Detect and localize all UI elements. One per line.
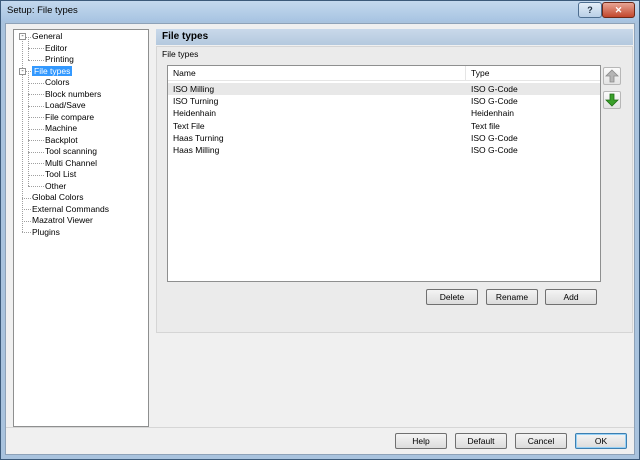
- tree-guide-line: [28, 163, 44, 165]
- tree-item-label: Tool scanning: [45, 146, 97, 156]
- tree-item-tool-scanning[interactable]: Tool scanning: [45, 146, 97, 157]
- tree-item-file-compare[interactable]: File compare: [45, 112, 94, 123]
- tree-item-machine[interactable]: Machine: [45, 123, 77, 134]
- cell-type: ISO G-Code: [471, 145, 518, 155]
- cell-type: ISO G-Code: [471, 96, 518, 107]
- tree-item-label: File compare: [45, 111, 95, 122]
- cell-type: ISO G-Code: [471, 84, 518, 94]
- tree-item-label: Plugins: [32, 226, 60, 237]
- add-button[interactable]: Add: [545, 289, 597, 305]
- tree-item-label: Global Colors: [32, 192, 84, 202]
- dialog-body: General - Editor Printing File types - Colors B…: [5, 23, 635, 455]
- tree-guide-line: [28, 151, 44, 153]
- tree-item-label: Backplot: [45, 134, 78, 145]
- cell-name: Haas Milling: [173, 145, 220, 155]
- cell-type: Heidenhain: [471, 108, 515, 119]
- tree-item-label: Tool List: [45, 169, 77, 179]
- ok-button[interactable]: OK: [575, 433, 627, 449]
- tree-guide-line: [28, 117, 44, 119]
- tree-guide-line: [28, 105, 44, 107]
- tree-guide-line: [28, 94, 44, 96]
- tree-item-label: Editor: [45, 42, 68, 53]
- table-row[interactable]: Haas Turning ISO G-Code: [168, 132, 600, 144]
- tree-guide-line: [22, 209, 31, 211]
- move-up-button[interactable]: [603, 67, 621, 85]
- tree-item-backplot[interactable]: Backplot: [45, 135, 78, 146]
- help-title-button[interactable]: ?: [578, 2, 602, 18]
- tree-guide-line: [22, 220, 31, 222]
- tree-item-printing[interactable]: Printing: [45, 54, 74, 65]
- tree-item-external-commands[interactable]: External Commands: [32, 204, 109, 215]
- title-bar[interactable]: Setup: File types ? ✕: [1, 1, 639, 21]
- cell-type: ISO G-Code: [471, 132, 518, 143]
- cell-name: ISO Turning: [173, 96, 219, 107]
- tree-guide-line: [28, 48, 44, 50]
- delete-button[interactable]: Delete: [426, 289, 478, 305]
- group-label: File types: [162, 49, 199, 59]
- tree-item-label: Block numbers: [45, 88, 102, 99]
- tree-guide-line: [22, 36, 23, 233]
- tree-guide-line: [28, 140, 44, 142]
- cancel-button[interactable]: Cancel: [515, 433, 567, 449]
- table-row[interactable]: Text File Text file: [168, 120, 600, 132]
- tree-item-general[interactable]: General: [32, 31, 62, 42]
- window-title: Setup: File types: [7, 5, 78, 16]
- tree-item-load-save[interactable]: Load/Save: [45, 100, 86, 111]
- tree-item-label: File types: [32, 65, 73, 76]
- column-header-name[interactable]: Name: [168, 66, 466, 81]
- rename-button[interactable]: Rename: [486, 289, 538, 305]
- cell-name: Haas Turning: [173, 132, 224, 143]
- column-header-type[interactable]: Type: [466, 66, 600, 81]
- tree-item-editor[interactable]: Editor: [45, 43, 67, 54]
- tree-guide-line: [22, 197, 31, 199]
- tree-item-label: Multi Channel: [45, 157, 97, 168]
- tree-guide-line: [28, 128, 44, 130]
- move-down-button[interactable]: [603, 91, 621, 109]
- collapse-icon[interactable]: -: [19, 33, 26, 40]
- arrow-down-icon: [605, 93, 619, 107]
- tree-item-block-numbers[interactable]: Block numbers: [45, 89, 101, 100]
- tree-item-label: External Commands: [32, 203, 110, 214]
- tree-item-mazatrol-viewer[interactable]: Mazatrol Viewer: [32, 215, 93, 226]
- arrow-up-icon: [605, 69, 619, 83]
- list-header: Name Type: [168, 66, 600, 81]
- tree-item-label: Mazatrol Viewer: [32, 215, 93, 225]
- cell-name: ISO Milling: [173, 84, 215, 94]
- help-button[interactable]: Help: [395, 433, 447, 449]
- close-button[interactable]: ✕: [602, 2, 635, 18]
- default-button[interactable]: Default: [455, 433, 507, 449]
- file-types-list[interactable]: Name Type ISO Milling ISO G-Code ISO Turni…: [167, 65, 601, 282]
- tree-item-label: Machine: [45, 123, 78, 133]
- settings-tree[interactable]: General - Editor Printing File types - Colors B…: [13, 29, 149, 427]
- cell-type: Text file: [471, 120, 500, 131]
- table-row[interactable]: ISO Milling ISO G-Code: [168, 83, 600, 95]
- tree-item-multi-channel[interactable]: Multi Channel: [45, 158, 97, 169]
- cell-name: Text File: [173, 120, 205, 131]
- collapse-icon[interactable]: -: [19, 67, 26, 75]
- tree-item-tool-list[interactable]: Tool List: [45, 169, 76, 180]
- tree-item-label: Other: [45, 180, 67, 191]
- tree-guide-line: [28, 174, 44, 176]
- tree-item-colors[interactable]: Colors: [45, 77, 70, 88]
- tree-item-plugins[interactable]: Plugins: [32, 227, 60, 238]
- tree-item-label: General: [32, 31, 63, 41]
- table-row[interactable]: ISO Turning ISO G-Code: [168, 95, 600, 107]
- tree-guide-line: [28, 186, 44, 188]
- cell-name: Heidenhain: [173, 108, 217, 119]
- tree-guide-line: [22, 232, 31, 234]
- setup-dialog: Setup: File types ? ✕ General - Editor Prin…: [0, 0, 640, 460]
- tree-guide-line: [28, 59, 44, 61]
- table-row[interactable]: Heidenhain Heidenhain: [168, 107, 600, 119]
- table-row[interactable]: Haas Milling ISO G-Code: [168, 144, 600, 156]
- tree-item-label: Printing: [45, 54, 74, 64]
- footer-divider: [6, 427, 634, 428]
- tree-item-label: Colors: [45, 77, 70, 87]
- tree-item-other[interactable]: Other: [45, 181, 66, 192]
- file-types-group: File types Name Type ISO Milling ISO G-Co…: [156, 46, 633, 333]
- panel-title: File types: [156, 29, 633, 45]
- tree-item-label: Load/Save: [45, 100, 86, 110]
- tree-guide-line: [28, 82, 44, 84]
- tree-item-file-types[interactable]: File types: [32, 65, 73, 77]
- tree-item-global-colors[interactable]: Global Colors: [32, 192, 84, 203]
